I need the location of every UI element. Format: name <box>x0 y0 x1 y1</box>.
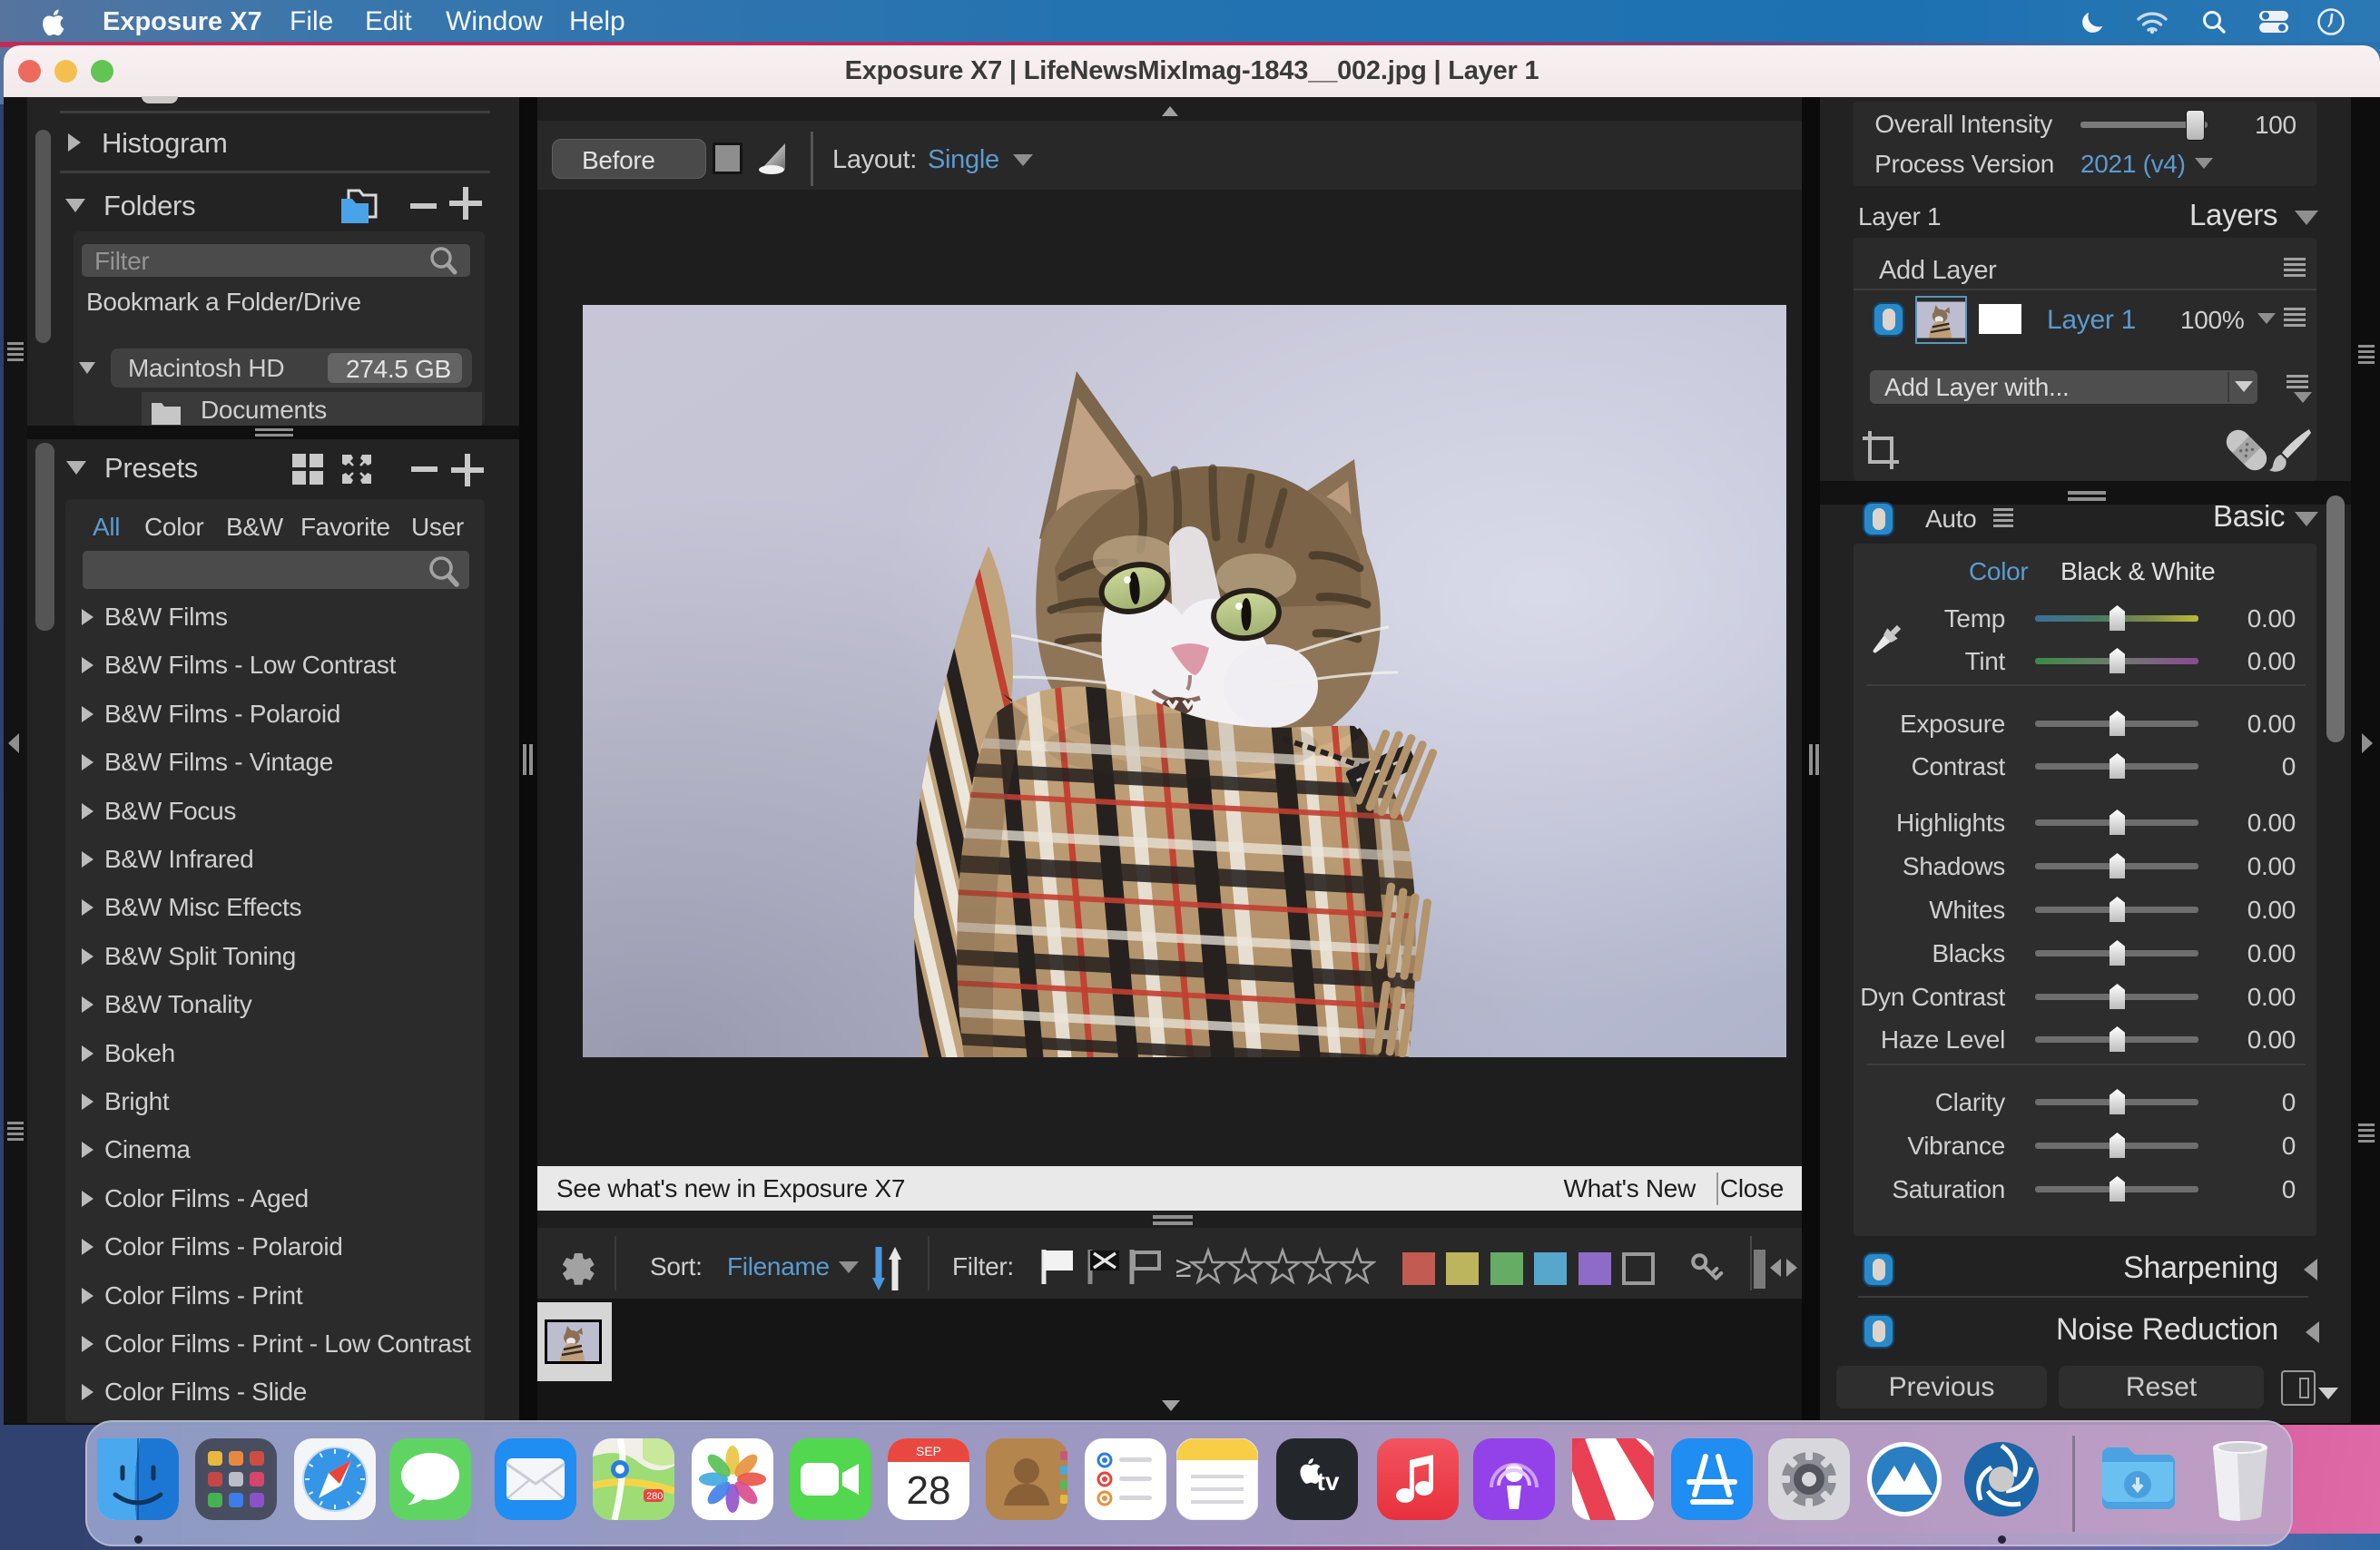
svg-text:SEP: SEP <box>916 1444 941 1458</box>
svg-text:28: 28 <box>907 1468 951 1513</box>
svg-text:280: 280 <box>646 1491 663 1502</box>
svg-text:tv: tv <box>1317 1467 1340 1496</box>
